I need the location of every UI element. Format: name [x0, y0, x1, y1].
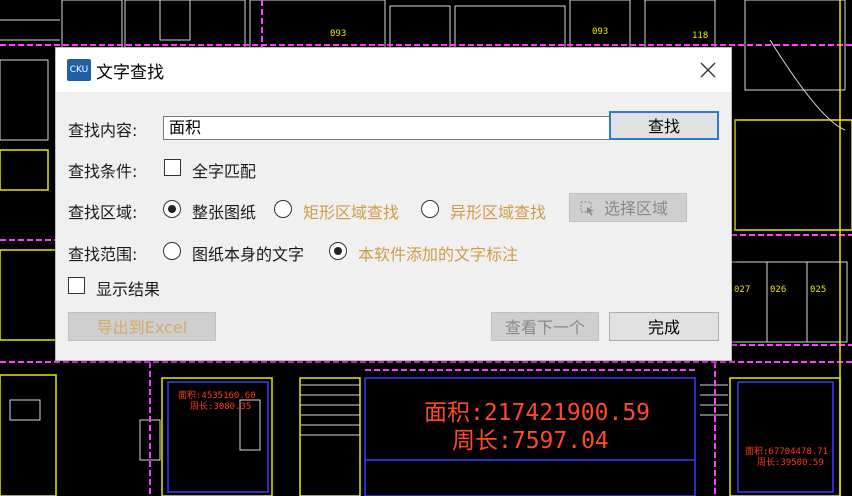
find-content-combobox[interactable]: 面积	[163, 116, 673, 140]
room-label: 025	[810, 285, 826, 295]
next-result-button[interactable]: 查看下一个	[491, 312, 599, 341]
room-label: 118	[692, 31, 708, 41]
area-annotation: 面积:217421900.59	[424, 400, 650, 426]
room-label: 027	[734, 285, 750, 295]
show-results-checkbox[interactable]	[68, 277, 85, 294]
area-annotation: 面积:67704478.71	[745, 445, 828, 457]
dialog-title: 文字查找	[96, 63, 164, 83]
scope-software-annotation-label[interactable]: 本软件添加的文字标注	[358, 241, 518, 265]
find-button[interactable]: 查找	[609, 111, 719, 140]
find-scope-label: 查找范围:	[68, 245, 138, 264]
find-condition-label: 查找条件:	[68, 162, 138, 181]
region-irregular-radio[interactable]	[421, 200, 439, 218]
select-region-label: 选择区域	[603, 199, 668, 218]
close-icon	[700, 62, 716, 78]
dialog-titlebar[interactable]: CKU 文字查找	[56, 48, 731, 92]
done-button[interactable]: 完成	[609, 312, 719, 341]
perimeter-annotation: 周长:39500.59	[757, 456, 824, 468]
text-find-dialog: CKU 文字查找 查找内容: 面积 查找 查找条件: 全字匹配 查找区域: 整张…	[56, 48, 731, 360]
room-label: 093	[592, 27, 608, 37]
scope-drawing-text-radio[interactable]	[163, 242, 181, 260]
region-whole-drawing-radio[interactable]	[163, 200, 181, 218]
close-button[interactable]	[685, 48, 731, 92]
region-rectangle-radio[interactable]	[274, 200, 292, 218]
room-label: 093	[330, 29, 346, 39]
whole-word-label[interactable]: 全字匹配	[192, 158, 256, 182]
show-results-label[interactable]: 显示结果	[96, 276, 160, 300]
whole-word-checkbox[interactable]	[164, 159, 181, 176]
region-rectangle-label[interactable]: 矩形区域查找	[303, 199, 399, 223]
region-irregular-label[interactable]: 异形区域查找	[450, 199, 546, 223]
select-region-icon	[580, 201, 594, 216]
scope-drawing-text-label[interactable]: 图纸本身的文字	[192, 241, 304, 265]
perimeter-annotation: 周长:7597.04	[452, 428, 609, 454]
scope-software-annotation-radio[interactable]	[329, 242, 347, 260]
app-logo-icon: CKU	[67, 59, 91, 81]
room-label: 026	[770, 285, 786, 295]
perimeter-annotation: 周长:3080.35	[190, 400, 251, 412]
find-region-label: 查找区域:	[68, 203, 138, 222]
find-content-label: 查找内容:	[68, 121, 138, 140]
select-region-button[interactable]: 选择区域	[569, 193, 687, 222]
area-annotation: 面积:4535160.60	[178, 389, 256, 401]
export-excel-button[interactable]: 导出到Excel	[68, 312, 216, 341]
find-content-value[interactable]: 面积	[169, 117, 201, 139]
region-whole-drawing-label[interactable]: 整张图纸	[192, 199, 256, 223]
